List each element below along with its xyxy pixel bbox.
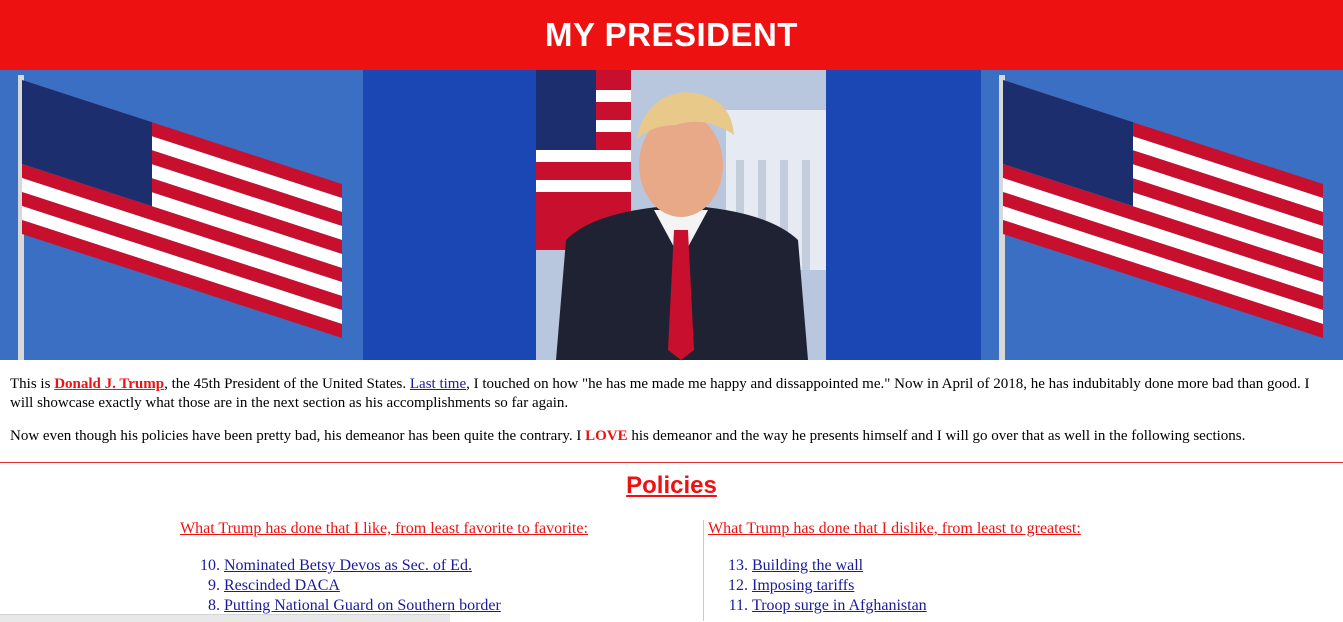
list-number: 12. bbox=[728, 577, 748, 594]
dislikes-column: What Trump has done that I dislike, from… bbox=[708, 520, 1228, 616]
list-item: 9. Rescinded DACA bbox=[180, 576, 695, 596]
list-number: 10. bbox=[200, 557, 220, 574]
dislikes-list: 13. Building the wall 12. Imposing tarif… bbox=[708, 556, 1228, 616]
intro-section: This is Donald J. Trump, the 45th Presid… bbox=[10, 375, 1333, 460]
list-item: 13. Building the wall bbox=[708, 556, 1228, 576]
dislikes-heading: What Trump has done that I dislike, from… bbox=[708, 520, 1081, 537]
president-portrait bbox=[536, 70, 826, 360]
page-header: MY PRESIDENT bbox=[0, 0, 1343, 70]
policy-link[interactable]: Putting National Guard on Southern borde… bbox=[224, 596, 501, 616]
list-number: 13. bbox=[728, 557, 748, 574]
intro-text: , the 45th President of the United State… bbox=[164, 376, 410, 392]
policies-heading: Policies bbox=[626, 472, 717, 499]
list-item: 8. Putting National Guard on Southern bo… bbox=[180, 596, 695, 616]
american-flag-image-right bbox=[981, 70, 1343, 360]
president-name: Donald J. Trump bbox=[54, 376, 165, 392]
policy-link[interactable]: Nominated Betsy Devos as Sec. of Ed. bbox=[224, 556, 472, 576]
list-number: 9. bbox=[208, 577, 220, 594]
list-item: 12. Imposing tariffs bbox=[708, 576, 1228, 596]
american-flag-image-left bbox=[0, 70, 363, 360]
policy-link[interactable]: Imposing tariffs bbox=[752, 576, 854, 596]
column-divider bbox=[703, 520, 704, 621]
intro-text: Now even though his policies have been p… bbox=[10, 428, 586, 444]
section-divider bbox=[0, 462, 1343, 463]
love-emphasis: LOVE bbox=[585, 428, 628, 444]
intro-paragraph-1: This is Donald J. Trump, the 45th Presid… bbox=[10, 375, 1333, 413]
intro-text: This is bbox=[10, 376, 55, 392]
likes-column: What Trump has done that I like, from le… bbox=[180, 520, 695, 616]
policy-link[interactable]: Troop surge in Afghanistan bbox=[752, 596, 927, 616]
list-number: 8. bbox=[208, 597, 220, 614]
list-number: 11. bbox=[728, 597, 748, 614]
likes-list: 10. Nominated Betsy Devos as Sec. of Ed.… bbox=[180, 556, 695, 616]
intro-paragraph-2: Now even though his policies have been p… bbox=[10, 427, 1333, 446]
banner bbox=[0, 70, 1343, 360]
list-item: 10. Nominated Betsy Devos as Sec. of Ed. bbox=[180, 556, 695, 576]
policy-link[interactable]: Building the wall bbox=[752, 556, 863, 576]
likes-heading: What Trump has done that I like, from le… bbox=[180, 520, 588, 537]
policy-link[interactable]: Rescinded DACA bbox=[224, 576, 340, 596]
page-title: MY PRESIDENT bbox=[545, 16, 798, 53]
last-time-link[interactable]: Last time bbox=[410, 376, 466, 392]
intro-text: his demeanor and the way he presents him… bbox=[627, 428, 1246, 444]
list-item: 11. Troop surge in Afghanistan bbox=[708, 596, 1228, 616]
